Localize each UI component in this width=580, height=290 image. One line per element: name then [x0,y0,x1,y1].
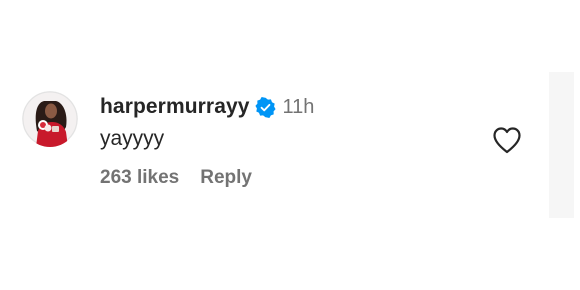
comment-text: yayyyy [100,127,165,150]
comment-actions: 263 likes Reply [100,167,314,189]
username[interactable]: harpermurrayy [100,95,250,119]
comment-timestamp: 11h [282,95,315,118]
reply-button[interactable]: Reply [200,167,252,189]
comment-panel: harpermurrayy 11h yayyyy 263 likes Reply [0,0,580,290]
side-divider [549,72,574,218]
comment-item: harpermurrayy 11h yayyyy 263 likes Reply [22,91,542,211]
likes-count[interactable]: 263 likes [100,167,179,189]
avatar-image [22,91,78,147]
avatar[interactable] [22,91,78,147]
heart-icon[interactable] [492,126,522,154]
comment-header: harpermurrayy 11h [100,93,314,121]
comment-body: harpermurrayy 11h yayyyy 263 likes Reply [100,93,314,189]
verified-badge-icon [254,96,276,118]
